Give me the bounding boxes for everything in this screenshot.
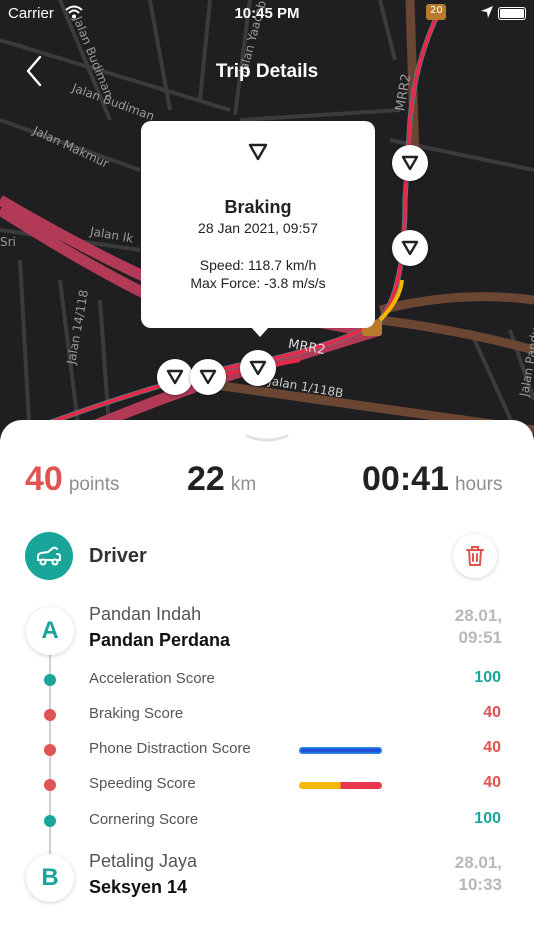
event-popup[interactable]: Braking 28 Jan 2021, 09:57 Speed: 118.7 … — [141, 121, 375, 337]
end-place: Seksyen 14 — [89, 877, 188, 897]
score-label: Phone Distraction Score — [89, 740, 251, 757]
braking-event-marker[interactable] — [392, 230, 428, 266]
start-clock: 09:51 — [458, 628, 502, 647]
end-area: Petaling Jaya — [89, 851, 198, 871]
score-value: 40 — [483, 704, 501, 721]
score-row: Braking Score 40 — [0, 703, 534, 727]
trip-details-sheet: 40 points 22 km 00:41 hours Driver A Pandan… — [0, 420, 534, 950]
score-event-bar — [299, 747, 382, 754]
braking-event-marker[interactable] — [392, 145, 428, 181]
score-label: Cornering Score — [89, 811, 199, 828]
score-row: Speeding Score 40 — [0, 773, 534, 797]
score-value: 100 — [474, 810, 501, 827]
road-label: Sri — [0, 235, 16, 249]
location-arrow-icon — [481, 6, 493, 18]
car-driver-icon — [37, 546, 61, 566]
end-pin: B — [26, 854, 74, 902]
status-time: 10:45 PM — [234, 5, 300, 22]
braking-event-icon — [248, 143, 268, 161]
end-time: 28.01, 10:33 — [455, 852, 502, 896]
score-label: Speeding Score — [89, 775, 196, 792]
braking-event-icon — [166, 369, 184, 385]
score-event-bar — [299, 782, 382, 789]
points-unit: points — [68, 474, 120, 495]
score-row: Acceleration Score 100 — [0, 668, 534, 692]
points-stat: 40 points — [25, 460, 120, 499]
event-title: Braking — [224, 197, 292, 217]
trip-stats: 40 points 22 km 00:41 hours — [0, 460, 534, 510]
battery-icon — [498, 7, 526, 20]
score-label: Braking Score — [89, 705, 184, 722]
delete-trip-button[interactable] — [453, 534, 497, 578]
braking-event-icon — [199, 369, 217, 385]
start-place: Pandan Perdana — [89, 630, 231, 650]
driver-avatar — [25, 532, 73, 580]
event-max-force: Max Force: -3.8 m/s/s — [190, 275, 326, 291]
duration-unit: hours — [454, 474, 503, 495]
score-row: Cornering Score 100 — [0, 809, 534, 833]
braking-event-icon — [401, 155, 419, 171]
start-time: 28.01, 09:51 — [455, 605, 502, 649]
timeline-dot — [44, 709, 56, 721]
distance-stat: 22 km — [187, 460, 256, 499]
page-title: Trip Details — [215, 61, 319, 82]
braking-event-icon — [401, 240, 419, 256]
end-clock: 10:33 — [458, 875, 502, 894]
start-area: Pandan Indah — [89, 604, 202, 624]
event-datetime: 28 Jan 2021, 09:57 — [198, 220, 318, 236]
trash-icon — [466, 546, 484, 566]
duration-value: 00:41 — [362, 460, 449, 498]
score-value: 100 — [474, 669, 501, 686]
timeline-dot — [44, 815, 56, 827]
distance-value: 22 — [187, 460, 225, 498]
start-date: 28.01, — [454, 606, 502, 625]
timeline-dot — [44, 779, 56, 791]
sheet-handle-icon[interactable] — [243, 432, 291, 446]
end-date: 28.01, — [454, 853, 502, 872]
points-value: 40 — [25, 460, 63, 498]
score-label: Acceleration Score — [89, 670, 215, 687]
braking-event-marker[interactable] — [157, 359, 193, 395]
braking-event-marker-selected[interactable] — [240, 350, 276, 386]
start-pin: A — [26, 607, 74, 655]
score-row: Phone Distraction Score 40 — [0, 738, 534, 762]
event-speed: Speed: 118.7 km/h — [199, 257, 317, 273]
braking-event-marker[interactable] — [190, 359, 226, 395]
duration-stat: 00:41 hours — [362, 460, 503, 499]
braking-event-icon — [249, 360, 267, 376]
timeline-dot — [44, 674, 56, 686]
score-value: 40 — [483, 774, 501, 791]
status-bar: Carrier 10:45 PM — [0, 0, 534, 30]
distance-unit: km — [230, 474, 257, 495]
score-value: 40 — [483, 739, 501, 756]
driver-label: Driver — [89, 545, 147, 567]
timeline-dot — [44, 744, 56, 756]
